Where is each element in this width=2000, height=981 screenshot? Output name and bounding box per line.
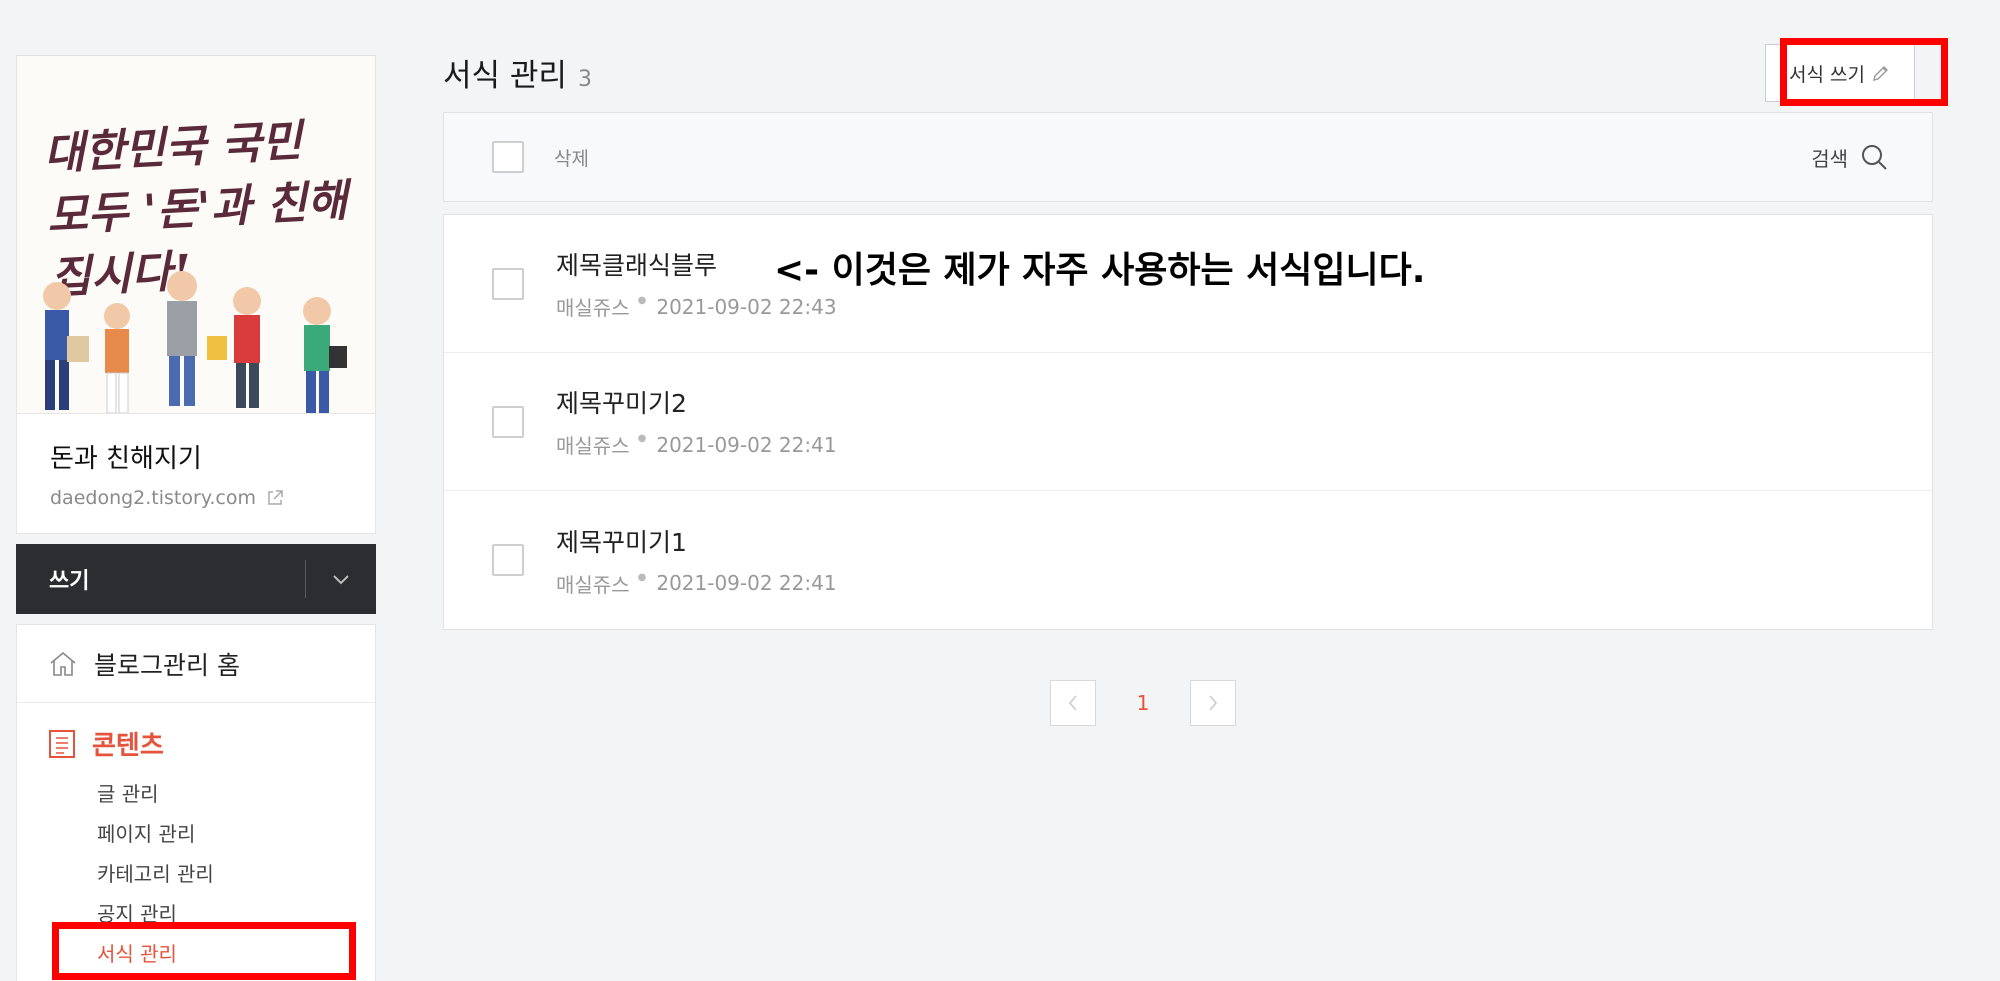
blog-card: 대한민국 국민 모두 '돈'과 친해집시다! 돈과 친해지기 daedong2.… (16, 55, 376, 534)
page-header: 서식 관리 3 서식 쓰기 (443, 44, 1933, 112)
chevron-right-icon (1209, 695, 1218, 711)
submenu-post-manage[interactable]: 글 관리 (97, 774, 375, 814)
delete-button[interactable]: 삭제 (554, 144, 589, 171)
main-content: 서식 관리 3 서식 쓰기 삭제 검색 제목클래식블루 매실쥬스 ● 2021-… (443, 44, 1933, 726)
search-button[interactable]: 검색 (1811, 143, 1888, 172)
menu-section-label: 콘텐츠 (92, 731, 164, 761)
annotation-text: <- 이것은 제가 자주 사용하는 서식입니다. (774, 250, 1426, 291)
blog-name[interactable]: 돈과 친해지기 (50, 438, 342, 475)
menu-section-contents[interactable]: 콘텐츠 (17, 703, 375, 762)
submenu-page-manage[interactable]: 페이지 관리 (97, 814, 375, 854)
row-body: 제목꾸미기1 매실쥬스 ● 2021-09-02 22:41 (556, 523, 837, 598)
row-checkbox[interactable] (492, 405, 524, 438)
write-bar: 쓰기 (16, 544, 376, 614)
write-button[interactable]: 쓰기 (16, 563, 305, 595)
submenu-category-manage[interactable]: 카테고리 관리 (97, 854, 375, 894)
prev-page-button[interactable] (1050, 680, 1096, 726)
row-author: 매실쥬스 (556, 296, 630, 320)
search-label: 검색 (1811, 146, 1848, 171)
row-title[interactable]: 제목꾸미기1 (556, 523, 837, 559)
write-options-toggle[interactable] (306, 544, 376, 614)
row-date: 2021-09-02 22:41 (656, 571, 837, 595)
meta-separator: ● (637, 571, 647, 583)
menu-home-label: 블로그관리 홈 (94, 650, 240, 680)
page-number-current[interactable]: 1 (1120, 691, 1166, 715)
row-meta: 매실쥬스 ● 2021-09-02 22:41 (556, 569, 837, 598)
list-item: 제목꾸미기1 매실쥬스 ● 2021-09-02 22:41 (444, 491, 1932, 629)
document-icon (49, 729, 75, 758)
page-title: 서식 관리 (443, 58, 567, 94)
row-date: 2021-09-02 22:41 (656, 432, 837, 457)
external-link-icon[interactable] (266, 489, 284, 507)
row-author: 매실쥬스 (556, 434, 630, 458)
template-list: 제목클래식블루 매실쥬스 ● 2021-09-02 22:43 <- 이것은 제… (443, 214, 1933, 630)
row-meta: 매실쥬스 ● 2021-09-02 22:41 (556, 430, 837, 459)
blog-cover-image[interactable]: 대한민국 국민 모두 '돈'과 친해집시다! (17, 56, 375, 414)
highlight-box-template-manage (52, 922, 356, 980)
pagination: 1 (443, 680, 1933, 726)
list-toolbar: 삭제 검색 (443, 112, 1933, 202)
blog-info: 돈과 친해지기 daedong2.tistory.com (17, 414, 375, 533)
highlight-box-write-template (1780, 38, 1948, 106)
template-count: 3 (578, 67, 593, 92)
chevron-left-icon (1068, 695, 1077, 711)
search-icon (1862, 145, 1887, 170)
row-meta: 매실쥬스 ● 2021-09-02 22:43 (556, 292, 837, 321)
meta-separator: ● (637, 295, 647, 306)
row-checkbox[interactable] (492, 267, 524, 300)
row-body: 제목꾸미기2 매실쥬스 ● 2021-09-02 22:41 (556, 384, 837, 459)
cover-people-illustration (43, 271, 347, 413)
row-checkbox[interactable] (492, 544, 524, 576)
sidebar: 대한민국 국민 모두 '돈'과 친해집시다! 돈과 친해지기 daedong2.… (16, 55, 376, 981)
blog-url-text[interactable]: daedong2.tistory.com (50, 487, 256, 509)
select-all-checkbox[interactable] (492, 141, 524, 173)
chevron-down-icon (333, 575, 349, 585)
row-author: 매실쥬스 (556, 572, 630, 597)
row-date: 2021-09-02 22:43 (656, 294, 837, 319)
list-item: 제목꾸미기2 매실쥬스 ● 2021-09-02 22:41 (444, 353, 1932, 491)
home-icon (50, 651, 76, 676)
menu-blog-admin-home[interactable]: 블로그관리 홈 (17, 625, 375, 703)
list-item: 제목클래식블루 매실쥬스 ● 2021-09-02 22:43 <- 이것은 제… (444, 215, 1932, 353)
row-title[interactable]: 제목꾸미기2 (556, 384, 837, 420)
next-page-button[interactable] (1190, 680, 1236, 726)
blog-url-link[interactable]: daedong2.tistory.com (50, 487, 342, 509)
meta-separator: ● (637, 433, 647, 444)
